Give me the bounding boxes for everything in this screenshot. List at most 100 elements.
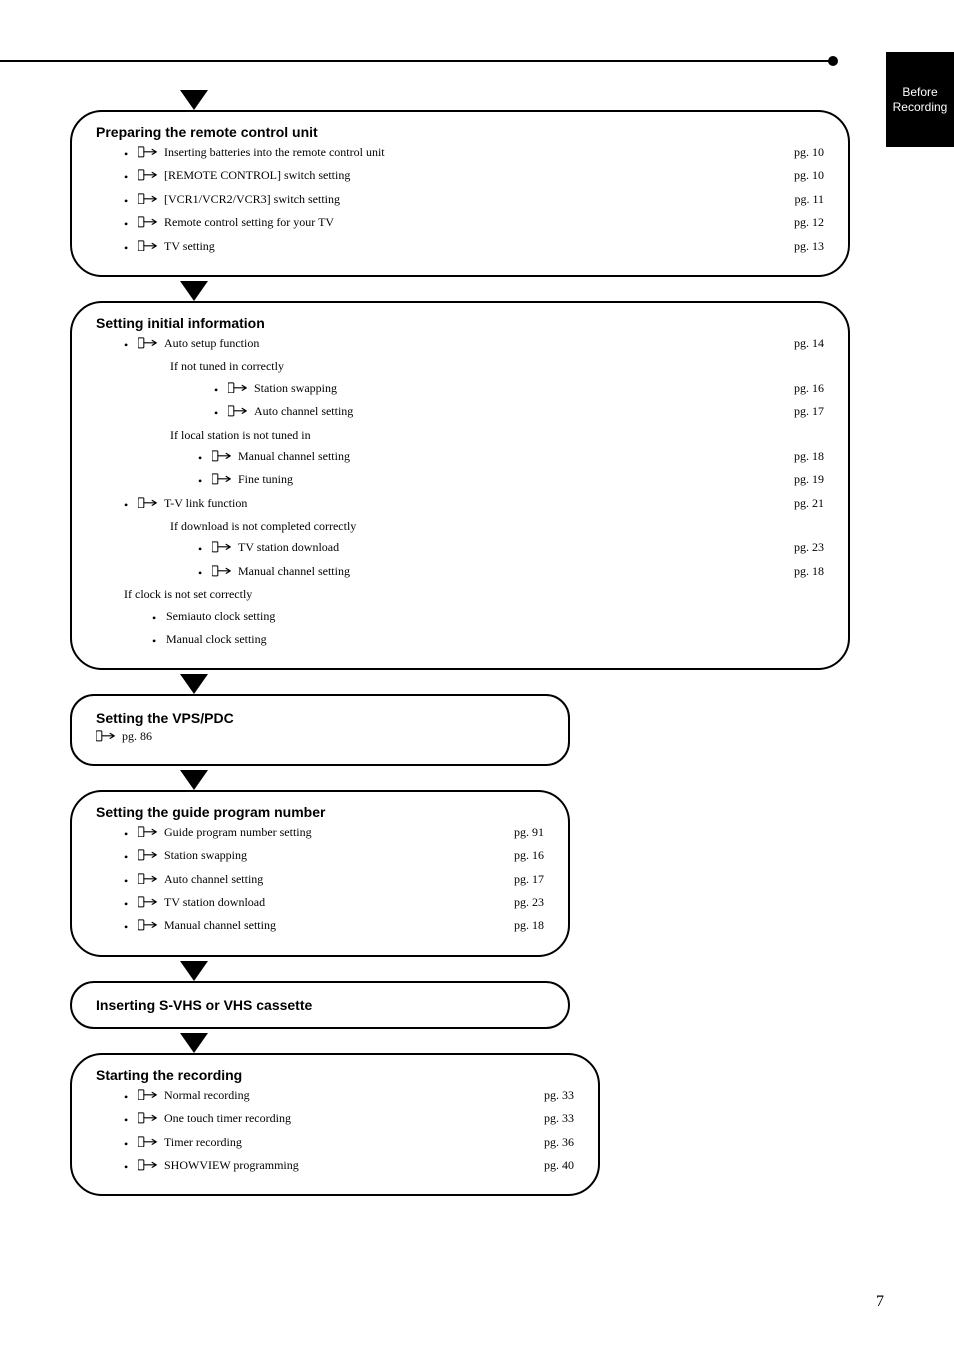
item-text: Auto setup function	[164, 335, 794, 352]
page-ref: pg. 17	[514, 871, 544, 888]
list-item: • Timer recording pg. 36	[96, 1134, 574, 1153]
page-ref: pg. 16	[794, 380, 824, 397]
hand-pointer-icon	[138, 873, 158, 885]
item-text: Auto channel setting	[254, 403, 794, 420]
list-item: • Manual clock setting	[96, 631, 824, 650]
item-text: Semiauto clock setting	[166, 608, 824, 625]
list-item: • SHOWVIEW programming pg. 40	[96, 1157, 574, 1176]
list-item: • Manual channel setting pg. 18	[96, 563, 824, 582]
list-item: • One touch timer recording pg. 33	[96, 1110, 574, 1129]
list-item: • Manual channel setting pg. 18	[96, 448, 824, 467]
hand-pointer-icon	[212, 565, 232, 577]
bullet-icon: •	[198, 565, 208, 582]
list-item: • Station swapping pg. 16	[96, 380, 824, 399]
item-text: Manual channel setting	[238, 448, 794, 465]
box-start-recording: Starting the recording • Normal recordin…	[70, 1053, 600, 1197]
page-ref: pg. 40	[544, 1157, 574, 1174]
bullet-icon: •	[214, 382, 224, 399]
hand-pointer-icon	[138, 1159, 158, 1171]
list-item: pg. 86	[96, 728, 544, 745]
sub-heading: If local station is not tuned in	[96, 427, 824, 444]
list-item: • Auto channel setting pg. 17	[96, 871, 544, 890]
bullet-icon: •	[124, 216, 134, 233]
page-ref: pg. 21	[794, 495, 824, 512]
list-item: • TV station download pg. 23	[96, 539, 824, 558]
sub-heading: If not tuned in correctly	[96, 358, 824, 375]
arrow-down-icon	[180, 674, 208, 694]
page-ref: pg. 23	[514, 894, 544, 911]
item-text: [REMOTE CONTROL] switch setting	[164, 167, 794, 184]
arrow-down-icon	[180, 770, 208, 790]
list-item: • Manual channel setting pg. 18	[96, 917, 544, 936]
hand-pointer-icon	[138, 337, 158, 349]
bullet-icon: •	[124, 146, 134, 163]
hand-pointer-icon	[138, 1136, 158, 1148]
page-ref: pg. 19	[794, 471, 824, 488]
bullet-icon: •	[124, 826, 134, 843]
page-ref: pg. 18	[794, 448, 824, 465]
item-text: Fine tuning	[238, 471, 794, 488]
arrow-down-icon	[180, 281, 208, 301]
page-ref: pg. 36	[544, 1134, 574, 1151]
hand-pointer-icon	[138, 919, 158, 931]
hand-pointer-icon	[138, 216, 158, 228]
page-ref: pg. 16	[514, 847, 544, 864]
page-ref: pg. 12	[794, 214, 824, 231]
list-item: • Fine tuning pg. 19	[96, 471, 824, 490]
header-dot	[828, 56, 838, 66]
hand-pointer-icon	[138, 826, 158, 838]
hand-pointer-icon	[96, 730, 116, 742]
box-title: Preparing the remote control unit	[96, 124, 824, 140]
bullet-icon: •	[124, 497, 134, 514]
list-item: • T-V link function pg. 21	[96, 495, 824, 514]
hand-pointer-icon	[228, 382, 248, 394]
page-number: 7	[876, 1293, 884, 1311]
sub-heading: If download is not completed correctly	[96, 518, 824, 535]
item-text: SHOWVIEW programming	[164, 1157, 544, 1174]
list-item: • Remote control setting for your TV pg.…	[96, 214, 824, 233]
page-ref: pg. 23	[794, 539, 824, 556]
bullet-icon: •	[124, 873, 134, 890]
hand-pointer-icon	[138, 896, 158, 908]
bullet-icon: •	[152, 610, 162, 627]
item-text: One touch timer recording	[164, 1110, 544, 1127]
bullet-icon: •	[124, 896, 134, 913]
page-ref: pg. 18	[794, 563, 824, 580]
list-item: • Auto setup function pg. 14	[96, 335, 824, 354]
hand-pointer-icon	[138, 849, 158, 861]
page-ref: pg. 11	[794, 191, 824, 208]
bullet-icon: •	[124, 849, 134, 866]
page-ref: pg. 33	[544, 1110, 574, 1127]
item-text: Manual channel setting	[238, 563, 794, 580]
hand-pointer-icon	[138, 1112, 158, 1124]
page-ref: pg. 33	[544, 1087, 574, 1104]
page-ref: pg. 10	[794, 144, 824, 161]
item-text: Station swapping	[164, 847, 514, 864]
item-text: TV station download	[238, 539, 794, 556]
list-item: • [VCR1/VCR2/VCR3] switch setting pg. 11	[96, 191, 824, 210]
list-item: • Inserting batteries into the remote co…	[96, 144, 824, 163]
box-title: Setting the guide program number	[96, 804, 544, 820]
hand-pointer-icon	[138, 497, 158, 509]
item-text: Manual clock setting	[166, 631, 824, 648]
hand-pointer-icon	[138, 169, 158, 181]
hand-pointer-icon	[138, 146, 158, 158]
page-ref: pg. 18	[514, 917, 544, 934]
box-guide-program: Setting the guide program number • Guide…	[70, 790, 570, 957]
box-insert-cassette: Inserting S-VHS or VHS cassette	[70, 981, 570, 1029]
page-ref: pg. 10	[794, 167, 824, 184]
item-text: T-V link function	[164, 495, 794, 512]
page-ref: pg. 86	[122, 728, 152, 745]
box-title: Starting the recording	[96, 1067, 574, 1083]
item-text: If clock is not set correctly	[124, 586, 824, 603]
item-text: If local station is not tuned in	[170, 427, 824, 444]
sub-heading: If clock is not set correctly	[96, 586, 824, 603]
box-title: Setting initial information	[96, 315, 824, 331]
page-ref: pg. 14	[794, 335, 824, 352]
item-text: Remote control setting for your TV	[164, 214, 794, 231]
bullet-icon: •	[124, 1159, 134, 1176]
bullet-icon: •	[198, 473, 208, 490]
item-text: Inserting batteries into the remote cont…	[164, 144, 794, 161]
list-item: • TV setting pg. 13	[96, 238, 824, 257]
side-tab: Before Recording	[886, 52, 954, 147]
